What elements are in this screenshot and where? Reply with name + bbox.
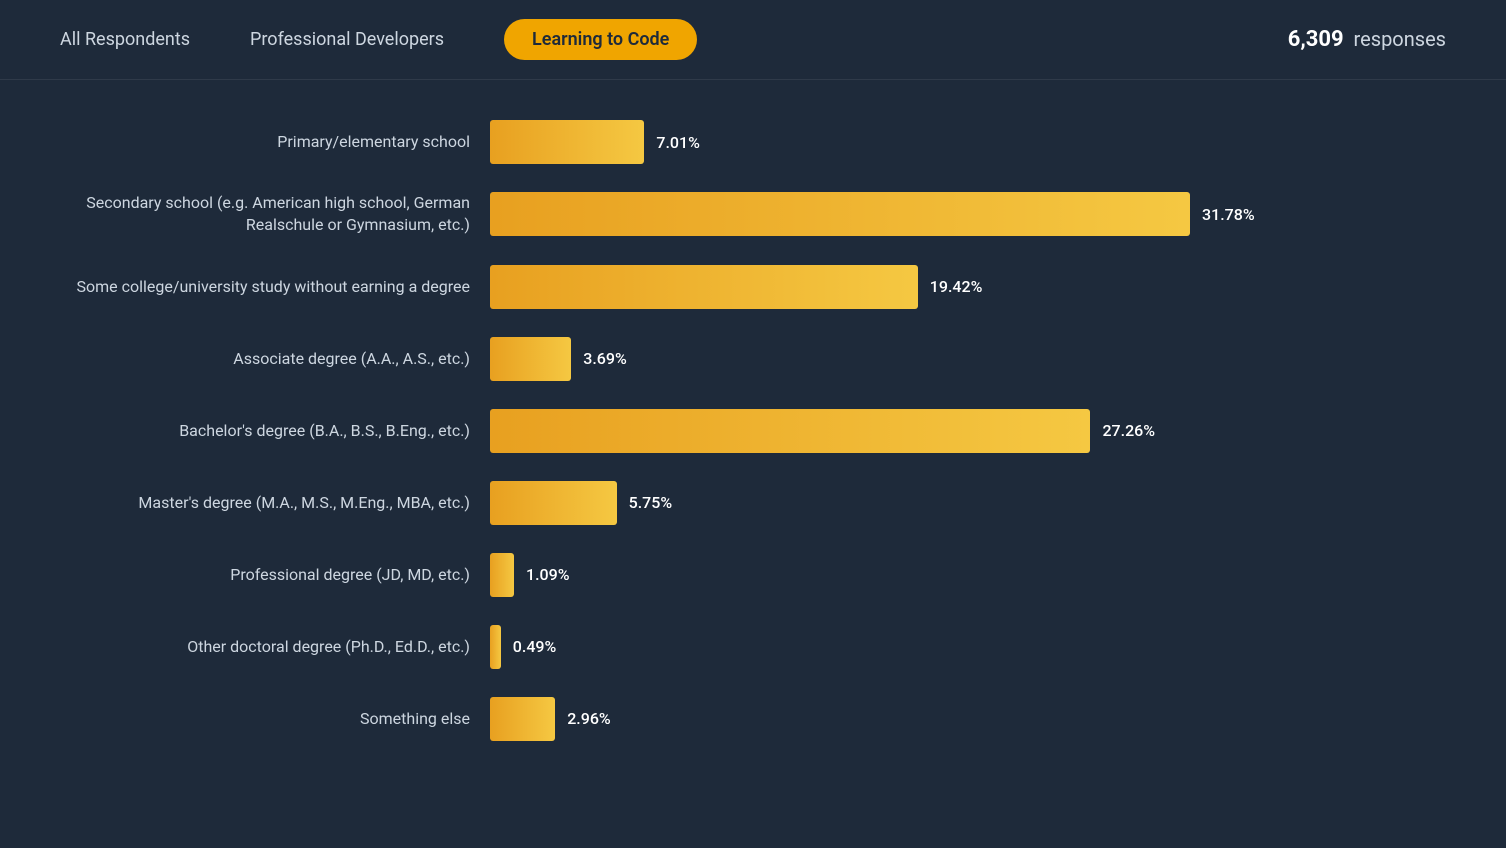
bar bbox=[490, 553, 514, 597]
chart-label: Secondary school (e.g. American high sch… bbox=[60, 192, 490, 237]
bar-value: 1.09% bbox=[526, 565, 570, 584]
bar-container: 0.49% bbox=[490, 625, 1446, 669]
chart-label: Other doctoral degree (Ph.D., Ed.D., etc… bbox=[60, 636, 490, 658]
bar bbox=[490, 409, 1090, 453]
nav-tabs: All Respondents Professional Developers … bbox=[60, 19, 1288, 60]
chart-rows: Primary/elementary school 7.01% Secondary … bbox=[60, 120, 1446, 741]
chart-label: Professional degree (JD, MD, etc.) bbox=[60, 564, 490, 586]
tab-all-respondents[interactable]: All Respondents bbox=[60, 21, 190, 58]
bar-container: 31.78% bbox=[490, 192, 1446, 236]
chart-row: Primary/elementary school 7.01% bbox=[60, 120, 1446, 164]
bar-container: 5.75% bbox=[490, 481, 1446, 525]
tab-professional-developers[interactable]: Professional Developers bbox=[250, 21, 444, 58]
bar-value: 5.75% bbox=[629, 493, 673, 512]
chart-row: Something else 2.96% bbox=[60, 697, 1446, 741]
bar bbox=[490, 481, 617, 525]
bar bbox=[490, 120, 644, 164]
chart-row: Some college/university study without ea… bbox=[60, 265, 1446, 309]
bar-value: 27.26% bbox=[1102, 421, 1155, 440]
bar bbox=[490, 192, 1190, 236]
bar-value: 3.69% bbox=[583, 349, 627, 368]
header: All Respondents Professional Developers … bbox=[0, 0, 1506, 80]
bar-container: 27.26% bbox=[490, 409, 1446, 453]
bar-value: 0.49% bbox=[513, 637, 557, 656]
tab-learning-to-code[interactable]: Learning to Code bbox=[504, 19, 697, 60]
response-count-number: 6,309 bbox=[1288, 27, 1344, 52]
chart-label: Something else bbox=[60, 708, 490, 730]
bar bbox=[490, 697, 555, 741]
response-count: 6,309 responses bbox=[1288, 27, 1446, 52]
chart-label: Associate degree (A.A., A.S., etc.) bbox=[60, 348, 490, 370]
chart-row: Associate degree (A.A., A.S., etc.) 3.69% bbox=[60, 337, 1446, 381]
bar bbox=[490, 265, 918, 309]
chart-row: Master's degree (M.A., M.S., M.Eng., MBA… bbox=[60, 481, 1446, 525]
chart-label: Primary/elementary school bbox=[60, 131, 490, 153]
chart-row: Other doctoral degree (Ph.D., Ed.D., etc… bbox=[60, 625, 1446, 669]
chart-area: Primary/elementary school 7.01% Secondary … bbox=[0, 80, 1506, 809]
chart-row: Professional degree (JD, MD, etc.) 1.09% bbox=[60, 553, 1446, 597]
bar bbox=[490, 625, 501, 669]
bar-value: 2.96% bbox=[567, 709, 611, 728]
response-count-label: responses bbox=[1354, 27, 1446, 51]
bar-container: 3.69% bbox=[490, 337, 1446, 381]
bar-container: 2.96% bbox=[490, 697, 1446, 741]
bar-value: 7.01% bbox=[656, 133, 700, 152]
bar-value: 19.42% bbox=[930, 277, 983, 296]
bar-container: 1.09% bbox=[490, 553, 1446, 597]
chart-label: Bachelor's degree (B.A., B.S., B.Eng., e… bbox=[60, 420, 490, 442]
chart-row: Bachelor's degree (B.A., B.S., B.Eng., e… bbox=[60, 409, 1446, 453]
bar bbox=[490, 337, 571, 381]
bar-container: 19.42% bbox=[490, 265, 1446, 309]
chart-label: Some college/university study without ea… bbox=[60, 276, 490, 298]
bar-container: 7.01% bbox=[490, 120, 1446, 164]
chart-label: Master's degree (M.A., M.S., M.Eng., MBA… bbox=[60, 492, 490, 514]
bar-value: 31.78% bbox=[1202, 205, 1255, 224]
chart-row: Secondary school (e.g. American high sch… bbox=[60, 192, 1446, 237]
